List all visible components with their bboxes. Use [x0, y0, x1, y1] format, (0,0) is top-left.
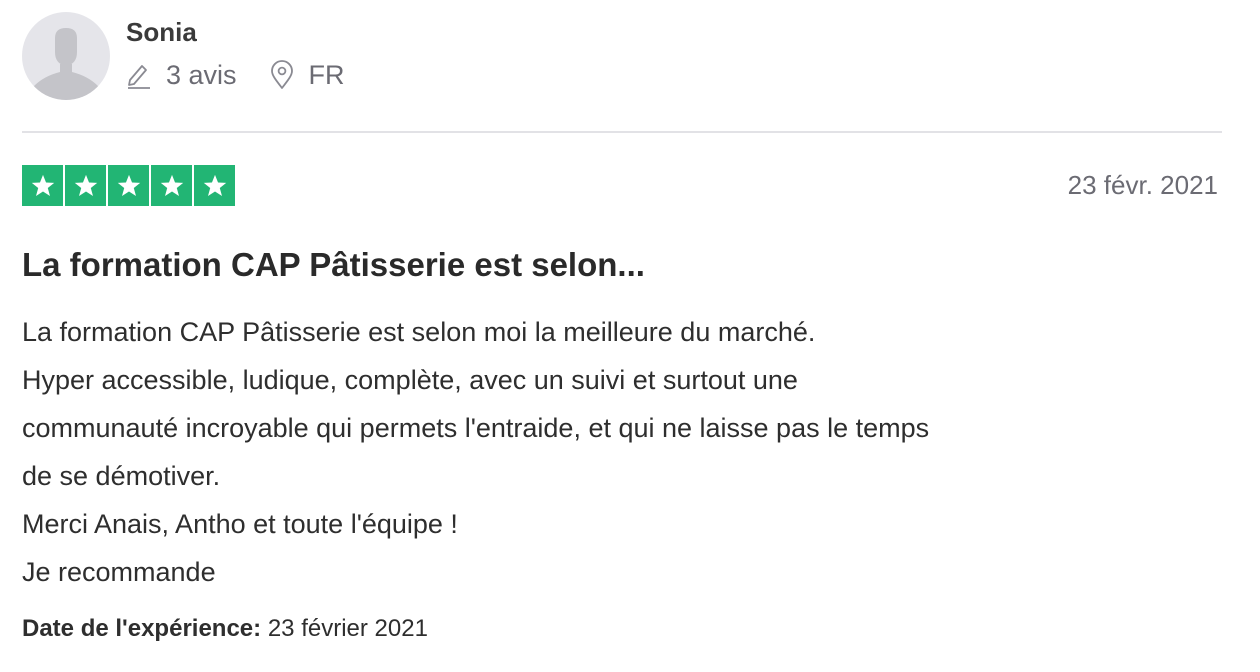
star-icon	[108, 165, 149, 206]
review-title[interactable]: La formation CAP Pâtisserie est selon...	[22, 244, 645, 286]
location-pin-icon	[270, 60, 293, 89]
star-icon	[22, 165, 63, 206]
pencil-icon	[128, 65, 150, 89]
avatar[interactable]	[22, 12, 110, 100]
review-body-line: Je recommande	[22, 557, 216, 587]
review-body-line: Hyper accessible, ludique, complète, ave…	[22, 365, 798, 395]
review-body: La formation CAP Pâtisserie est selon mo…	[22, 308, 1222, 596]
reviews-count: 3 avis	[126, 60, 237, 91]
star-icon	[151, 165, 192, 206]
experience-value: 23 février 2021	[267, 615, 428, 642]
consumer-name[interactable]: Sonia	[126, 12, 345, 50]
reviews-count-text: 3 avis	[166, 59, 237, 90]
consumer-meta: 3 avis FR	[126, 54, 345, 96]
review-body-line: communauté incroyable qui permets l'entr…	[22, 413, 930, 443]
experience-label: Date de l'expérience:	[22, 615, 262, 642]
divider	[22, 131, 1222, 133]
consumer-header: Sonia 3 avis FR	[22, 12, 345, 102]
review-body-line: La formation CAP Pâtisserie est selon mo…	[22, 317, 816, 347]
consumer-location: FR	[269, 60, 345, 91]
review-card: Sonia 3 avis FR 23 févr. 2021 La formati…	[0, 0, 1260, 672]
country-code: FR	[308, 59, 345, 90]
review-body-line: Merci Anais, Antho et toute l'équipe !	[22, 509, 458, 539]
star-icon	[65, 165, 106, 206]
user-silhouette-icon	[34, 28, 98, 100]
review-date: 23 févr. 2021	[1067, 170, 1218, 200]
review-body-line: de se démotiver.	[22, 461, 221, 491]
star-rating	[22, 165, 237, 206]
experience-date: Date de l'expérience: 23 février 2021	[22, 612, 428, 646]
star-icon	[194, 165, 235, 206]
